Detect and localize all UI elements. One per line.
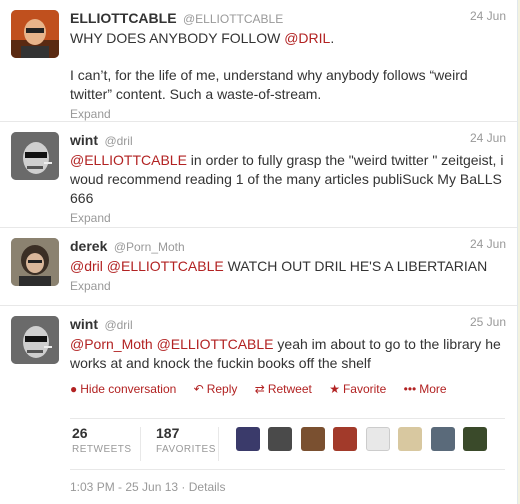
retweet-icon: ⇄ [254,382,265,396]
favoriter-avatar[interactable] [365,427,390,451]
avatar[interactable] [11,10,59,58]
tweet-item[interactable]: wint @dril 24 Jun @ELLIOTTCABLE in order… [0,122,517,228]
favoriter-avatar[interactable] [300,427,325,451]
author-username[interactable]: @dril [104,318,132,332]
avatar[interactable] [11,316,59,364]
more-dots-icon: ••• [403,382,417,396]
expand-link[interactable]: Expand [70,278,505,304]
conversation-icon: ● [70,382,78,396]
favoriter-avatar[interactable] [236,427,260,451]
favoriter-avatar[interactable] [430,427,455,451]
tweet-item[interactable]: derek @Porn_Moth 24 Jun @dril @ELLIOTTCA… [0,228,517,306]
tweet-stats: 26 RETWEETS 187 FAVORITES [70,418,505,470]
retweets-label: RETWEETS [72,444,132,455]
more-label: More [419,382,447,396]
retweet-button[interactable]: ⇄ Retweet [255,382,312,396]
favorite-button[interactable]: ★ Favorite [329,382,386,396]
more-button[interactable]: ••• More [404,382,447,396]
timestamp-separator: · [181,480,186,494]
reply-label: Reply [206,382,238,396]
retweets-stat[interactable]: 26 RETWEETS [72,425,132,455]
mention-link[interactable]: @DRIL [284,30,330,46]
tweet-text-part: WHY DOES ANYBODY FOLLOW [70,30,285,46]
tweet-timestamp[interactable]: 1:03 PM - 25 Jun 13 [70,480,178,494]
tweet-time[interactable]: 24 Jun [470,131,506,145]
tweet-item[interactable]: ELLIOTTCABLE @ELLIOTTCABLE 24 Jun WHY DO… [0,0,517,122]
tweet-time[interactable]: 24 Jun [470,237,506,251]
tweet-timestamp-footer: 1:03 PM - 25 Jun 13 · Details [70,480,225,494]
reply-button[interactable]: ↶ Reply [194,382,238,396]
favoriter-avatar[interactable] [333,427,358,451]
tweet-time[interactable]: 25 Jun [470,315,506,329]
retweet-label: Retweet [267,382,312,396]
hide-conversation-button[interactable]: ● Hide conversation [70,382,176,396]
author-fullname[interactable]: ELLIOTTCABLE [70,10,177,26]
mention-link[interactable]: @dril [70,258,103,274]
author-username[interactable]: @dril [104,134,132,148]
favorites-label: FAVORITES [156,444,216,455]
tweet-text-part: . [330,30,335,46]
details-link[interactable]: Details [189,480,226,494]
favorites-stat[interactable]: 187 FAVORITES [156,425,216,455]
author-fullname[interactable]: wint [70,132,98,148]
tweet-time[interactable]: 24 Jun [470,9,506,23]
reply-icon: ↶ [193,382,204,396]
mention-link[interactable]: @ELLIOTTCABLE [70,152,187,168]
avatar[interactable] [11,238,59,286]
favorites-count: 187 [156,425,180,441]
stats-divider [218,427,219,461]
tweet-text-part: I can’t, for the life of me, understand … [70,67,468,102]
tweet-actions: ● Hide conversation ↶ Reply ⇄ Retweet ★ Favo… [70,379,505,399]
hide-conversation-label: Hide conversation [80,382,177,396]
mention-link[interactable]: @ELLIOTTCABLE [157,336,274,352]
author-username[interactable]: @ELLIOTTCABLE [183,12,283,26]
author-fullname[interactable]: derek [70,238,107,254]
tweet-text: @ELLIOTTCABLE in order to fully grasp th… [70,151,505,208]
favoriter-avatar[interactable] [463,427,488,451]
favoriter-avatars [236,427,491,453]
tweet-item-expanded[interactable]: wint @dril 25 Jun @Porn_Moth @ELLIOTTCAB… [0,306,517,504]
favoriter-avatar[interactable] [398,427,423,451]
star-icon: ★ [329,382,340,396]
tweet-text-part: WATCH OUT DRIL HE'S A LIBERTARIAN [223,258,488,274]
retweets-count: 26 [72,425,88,441]
author-username[interactable]: @Porn_Moth [114,240,185,254]
author-fullname[interactable]: wint [70,316,98,332]
tweet-text: @dril @ELLIOTTCABLE WATCH OUT DRIL HE'S … [70,257,505,276]
favorite-label: Favorite [342,382,387,396]
tweet-text: @Porn_Moth @ELLIOTTCABLE yeah im about t… [70,335,505,373]
avatar[interactable] [11,132,59,180]
mention-link[interactable]: @ELLIOTTCABLE [107,258,224,274]
tweet-text: WHY DOES ANYBODY FOLLOW @DRIL. I can’t, … [70,29,505,104]
favoriter-avatar[interactable] [268,427,293,451]
stats-divider [140,427,141,461]
tweet-timeline: ELLIOTTCABLE @ELLIOTTCABLE 24 Jun WHY DO… [0,0,518,504]
mention-link[interactable]: @Porn_Moth [70,336,153,352]
